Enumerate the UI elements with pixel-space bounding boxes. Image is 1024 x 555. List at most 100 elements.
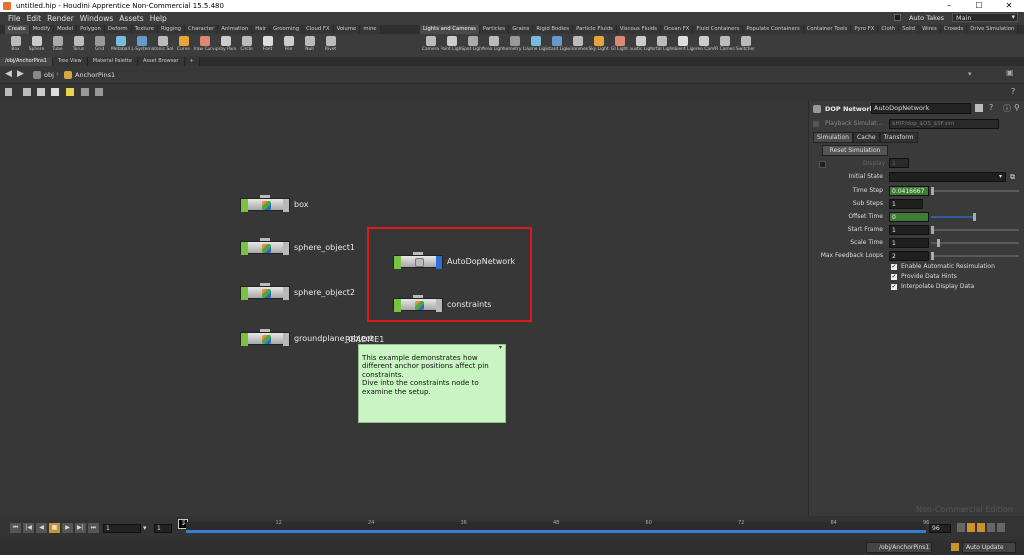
document-icon[interactable] xyxy=(51,88,59,96)
desktop-select[interactable]: Main xyxy=(952,13,1018,22)
shelf-tab-10[interactable]: Grooming xyxy=(270,25,304,34)
shelf-tab-0[interactable]: Create xyxy=(5,25,30,34)
shelf-tool-4[interactable]: Grid xyxy=(89,34,110,56)
shelf-tool-10[interactable]: Spray Paint xyxy=(215,34,236,56)
shelf-tab-10[interactable]: Pyro FX xyxy=(851,25,879,34)
display-checkbox[interactable] xyxy=(819,161,826,168)
grid-icon[interactable] xyxy=(23,88,31,96)
shelf-tab-11[interactable]: Cloth xyxy=(878,25,900,34)
shelf-tool-6[interactable]: Distant Light xyxy=(546,34,567,56)
chevron-down-icon[interactable]: ▾ xyxy=(999,171,1002,183)
shelf-tool-5[interactable]: Volume Light xyxy=(525,34,546,56)
shelf-tool-11[interactable]: Portal Light xyxy=(651,34,672,56)
menu-help[interactable]: Help xyxy=(150,14,167,23)
shelf-tool-1[interactable]: Point Light xyxy=(441,34,462,56)
key-icon[interactable] xyxy=(957,523,965,532)
shelf-tool-6[interactable]: L-System xyxy=(131,34,152,56)
shelf-tab-12[interactable]: Solid xyxy=(899,25,920,34)
max-feedback-loops-field[interactable]: 2 xyxy=(889,251,929,261)
data-hints-checkbox[interactable]: ✓ xyxy=(891,274,897,280)
gear-icon[interactable] xyxy=(975,104,983,112)
node-name-field[interactable]: AutoDopNetwork xyxy=(871,103,971,114)
back-arrow-icon[interactable]: ◀ xyxy=(5,69,12,79)
shelf-tab-7[interactable]: Character xyxy=(185,25,219,34)
tab-network[interactable]: /obj/AnchorPins1 xyxy=(0,57,53,66)
path-current[interactable]: AnchorPins1 xyxy=(75,71,115,79)
shelf-tab-8[interactable]: Animation xyxy=(218,25,253,34)
minimize-button[interactable]: – xyxy=(934,0,964,12)
step-back-icon[interactable]: |◀ xyxy=(23,523,34,533)
step-stepper[interactable]: ▾ xyxy=(143,524,147,532)
shelf-tab-1[interactable]: Particles xyxy=(479,25,510,34)
shelf-tab-4[interactable]: Deform xyxy=(104,25,132,34)
shelf-tab-3[interactable]: Polygon xyxy=(77,25,105,34)
interpolate-checkbox[interactable]: ✓ xyxy=(891,284,897,290)
status-path[interactable]: /obj/AnchorPins1 xyxy=(866,542,932,553)
time-step-field[interactable]: 0.0416667 xyxy=(889,186,929,196)
shelf-tab-13[interactable]: Wires xyxy=(919,25,941,34)
shelf-tool-12[interactable]: Ambient Lig... xyxy=(672,34,693,56)
enable-resim-checkbox[interactable]: ✓ xyxy=(891,264,897,270)
network-box-icon[interactable] xyxy=(95,88,103,96)
start-frame-field[interactable]: 1 xyxy=(889,225,929,235)
reset-simulation-button[interactable]: Reset Simulation xyxy=(822,145,888,156)
shelf-tool-2[interactable]: Tube xyxy=(47,34,68,56)
step-field[interactable]: 1 xyxy=(154,524,172,533)
menu-edit[interactable]: Edit xyxy=(27,14,42,23)
help-icon[interactable]: ? xyxy=(1011,87,1015,96)
shelf-tab-7[interactable]: Fluid Containers xyxy=(693,25,744,34)
stop-icon[interactable]: ■ xyxy=(49,523,60,533)
shelf-tool-14[interactable]: VR Camera xyxy=(714,34,735,56)
shelf-tool-9[interactable]: GI Light xyxy=(609,34,630,56)
auto-takes-checkbox[interactable] xyxy=(894,14,902,21)
shelf-tool-2[interactable]: Spot Light xyxy=(462,34,483,56)
info-icon[interactable]: ⓘ xyxy=(1003,103,1011,114)
offset-time-field[interactable]: 0 xyxy=(889,212,929,222)
add-tab-button[interactable]: + xyxy=(184,57,200,66)
shelf-tab-9[interactable]: Hair xyxy=(252,25,271,34)
zoom-icon[interactable] xyxy=(81,88,89,96)
list-mode-icon[interactable] xyxy=(5,88,12,96)
time-step-slider[interactable] xyxy=(931,187,1019,195)
playback-field[interactable]: $HIP/dop_$OS_$SF.sim xyxy=(889,119,999,129)
forward-arrow-icon[interactable]: ▶ xyxy=(17,69,24,79)
sub-steps-field[interactable]: 1 xyxy=(889,199,923,209)
shelf-tool-14[interactable]: Null xyxy=(299,34,320,56)
shelf-tab-15[interactable]: Drive Simulation xyxy=(967,25,1019,34)
play-icon[interactable]: ▶ xyxy=(62,523,73,533)
sticky-note-icon[interactable] xyxy=(66,88,74,96)
chart-icon[interactable] xyxy=(987,523,995,532)
shelf-tab-0[interactable]: Lights and Cameras xyxy=(420,25,480,34)
shelf-tab-5[interactable]: Texture xyxy=(131,25,158,34)
shelf-tool-10[interactable]: Caustic Light xyxy=(630,34,651,56)
sticky-collapse-icon[interactable]: ▾ xyxy=(499,344,502,352)
sticky-note[interactable]: README1 ▾ This example demonstrates how … xyxy=(345,335,506,423)
tab-tree-view[interactable]: Tree View xyxy=(52,57,88,66)
tab-asset-browser[interactable]: Asset Browser xyxy=(137,57,185,66)
shelf-tab-4[interactable]: Particle Fluids xyxy=(573,25,617,34)
update-mode-select[interactable]: Auto Update xyxy=(962,542,1016,553)
audio-icon[interactable] xyxy=(977,523,985,532)
shelf-tool-13[interactable]: File xyxy=(278,34,299,56)
pin-icon[interactable]: ⚲ xyxy=(1014,103,1020,112)
pane-pin-icon[interactable]: ▣ xyxy=(1006,68,1014,77)
tab-simulation[interactable]: Simulation xyxy=(813,132,853,143)
play-reverse-icon[interactable]: ◀ xyxy=(36,523,47,533)
jump-start-icon[interactable]: ⏮ xyxy=(10,523,21,533)
shelf-tool-7[interactable]: Platonic Sol... xyxy=(152,34,173,56)
shelf-tab-8[interactable]: Populate Containers xyxy=(743,25,804,34)
shelf-tool-11[interactable]: Circle xyxy=(236,34,257,56)
shelf-tool-12[interactable]: Font xyxy=(257,34,278,56)
jump-end-icon[interactable]: ⏭ xyxy=(88,523,99,533)
shelf-tab-2[interactable]: Model xyxy=(54,25,78,34)
shelf-tab-9[interactable]: Container Tools xyxy=(803,25,852,34)
display-field[interactable]: 1 xyxy=(889,158,909,168)
shelf-tool-3[interactable]: Area Light xyxy=(483,34,504,56)
shelf-tool-13[interactable]: Stereo Cam... xyxy=(693,34,714,56)
settings-icon[interactable] xyxy=(997,523,1005,532)
scale-time-slider[interactable] xyxy=(931,239,1019,247)
shelf-tool-3[interactable]: Torus xyxy=(68,34,89,56)
shelf-tab-1[interactable]: Modify xyxy=(29,25,55,34)
menu-file[interactable]: File xyxy=(8,14,21,23)
shelf-tab-2[interactable]: Grains xyxy=(509,25,534,34)
